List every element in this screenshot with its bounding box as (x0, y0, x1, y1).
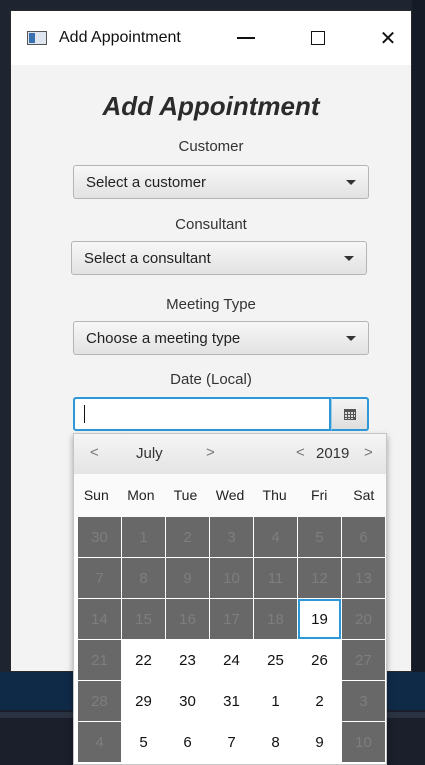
date-picker-button[interactable] (331, 397, 369, 431)
calendar-day-disabled: 14 (78, 599, 121, 639)
calendar-day-disabled: 3 (210, 517, 253, 557)
app-window-icon (27, 31, 47, 45)
next-year-button[interactable]: > (364, 444, 373, 461)
consultant-combobox-value: Select a consultant (84, 249, 211, 267)
calendar-week-row: 30 1 2 3 4 5 6 (78, 517, 388, 558)
close-button[interactable]: ✕ (371, 21, 405, 55)
calendar-day-grid: 30 1 2 3 4 5 6 7 8 9 10 11 12 13 14 15 16 17 18 19 20 21 22 23 2… (78, 517, 388, 763)
chevron-down-icon (344, 256, 354, 261)
weekday-header: Wed (215, 487, 245, 503)
calendar-day[interactable]: 23 (166, 640, 209, 680)
calendar-day-disabled: 8 (122, 558, 165, 598)
form-heading: Add Appointment (102, 91, 320, 121)
calendar-day[interactable]: 30 (166, 681, 209, 721)
calendar-day[interactable]: 7 (210, 722, 253, 762)
calendar-day-disabled: 13 (342, 558, 385, 598)
calendar-day-disabled: 5 (298, 517, 341, 557)
calendar-day[interactable]: 24 (210, 640, 253, 680)
previous-year-button[interactable]: < (296, 444, 305, 461)
calendar-day[interactable]: 29 (122, 681, 165, 721)
meeting-type-combobox[interactable]: Choose a meeting type (73, 321, 369, 355)
calendar-header: < July > < 2019 > (74, 434, 386, 475)
calendar-day-disabled: 10 (210, 558, 253, 598)
meeting-type-combobox-value: Choose a meeting type (86, 329, 241, 347)
calendar-day-disabled: 1 (122, 517, 165, 557)
calendar-day[interactable]: 26 (298, 640, 341, 680)
calendar-day-disabled: 28 (78, 681, 121, 721)
calendar-day-disabled: 3 (342, 681, 385, 721)
customer-combobox-value: Select a customer (86, 173, 207, 191)
maximize-button[interactable] (301, 21, 335, 55)
calendar-day-disabled: 21 (78, 640, 121, 680)
meeting-type-label: Meeting Type (166, 296, 256, 313)
consultant-combobox[interactable]: Select a consultant (71, 241, 367, 275)
add-appointment-window: Add Appointment ✕ Add Appointment Custom… (10, 10, 412, 765)
minimize-button[interactable] (229, 21, 263, 55)
calendar-day[interactable]: 25 (254, 640, 297, 680)
chevron-down-icon (346, 180, 356, 185)
calendar-week-row: 14 15 16 17 18 19 20 (78, 599, 388, 640)
calendar-week-row: 21 22 23 24 25 26 27 (78, 640, 388, 681)
calendar-day-disabled: 11 (254, 558, 297, 598)
weekday-header: Sun (83, 487, 109, 503)
calendar-day-disabled: 15 (122, 599, 165, 639)
weekday-header-row: Sun Mon Tue Wed Thu Fri Sat (74, 474, 386, 517)
calendar-day[interactable]: 8 (254, 722, 297, 762)
customer-label: Customer (178, 138, 244, 155)
calendar-day-disabled: 30 (78, 517, 121, 557)
calendar-day-disabled: 16 (166, 599, 209, 639)
calendar-day[interactable]: 9 (298, 722, 341, 762)
minimize-icon (237, 37, 255, 39)
calendar-day-disabled: 12 (298, 558, 341, 598)
consultant-label: Consultant (175, 216, 247, 233)
calendar-week-row: 7 8 9 10 11 12 13 (78, 558, 388, 599)
weekday-header: Sat (353, 487, 375, 503)
calendar-day-today[interactable]: 19 (298, 599, 341, 639)
calendar-day-disabled: 10 (342, 722, 385, 762)
weekday-header: Tue (173, 487, 198, 503)
calendar-week-row: 4 5 6 7 8 9 10 (78, 722, 388, 763)
close-icon: ✕ (379, 26, 397, 50)
calendar-day-disabled: 9 (166, 558, 209, 598)
calendar-day-disabled: 6 (342, 517, 385, 557)
calendar-day[interactable]: 1 (254, 681, 297, 721)
desktop-background (412, 0, 425, 765)
calendar-week-row: 28 29 30 31 1 2 3 (78, 681, 388, 722)
calendar-day-disabled: 4 (254, 517, 297, 557)
calendar-day-disabled: 4 (78, 722, 121, 762)
calendar-day[interactable]: 6 (166, 722, 209, 762)
maximize-icon (311, 31, 325, 45)
customer-combobox[interactable]: Select a customer (73, 165, 369, 199)
calendar-day-disabled: 7 (78, 558, 121, 598)
text-caret (84, 405, 85, 423)
calendar-day-disabled: 17 (210, 599, 253, 639)
calendar-day-disabled: 27 (342, 640, 385, 680)
calendar-day-disabled: 20 (342, 599, 385, 639)
calendar-day[interactable]: 2 (298, 681, 341, 721)
weekday-header: Thu (262, 487, 287, 503)
year-label: 2019 (316, 445, 350, 462)
next-month-button[interactable]: > (206, 444, 215, 461)
weekday-header: Mon (127, 487, 155, 503)
date-picker-popup: < July > < 2019 > Sun Mon Tue Wed Thu Fri Sat … (73, 433, 387, 765)
chevron-down-icon (346, 336, 356, 341)
weekday-header: Fri (311, 487, 328, 503)
window-title: Add Appointment (59, 29, 181, 46)
month-label: July (136, 445, 163, 462)
calendar-day-disabled: 2 (166, 517, 209, 557)
date-label: Date (Local) (170, 371, 252, 388)
title-bar[interactable]: Add Appointment ✕ (11, 11, 411, 65)
calendar-day-disabled: 18 (254, 599, 297, 639)
calendar-day[interactable]: 5 (122, 722, 165, 762)
calendar-day[interactable]: 22 (122, 640, 165, 680)
previous-month-button[interactable]: < (90, 444, 99, 461)
calendar-day[interactable]: 31 (210, 681, 253, 721)
date-input[interactable] (73, 397, 331, 431)
calendar-icon (343, 408, 356, 420)
